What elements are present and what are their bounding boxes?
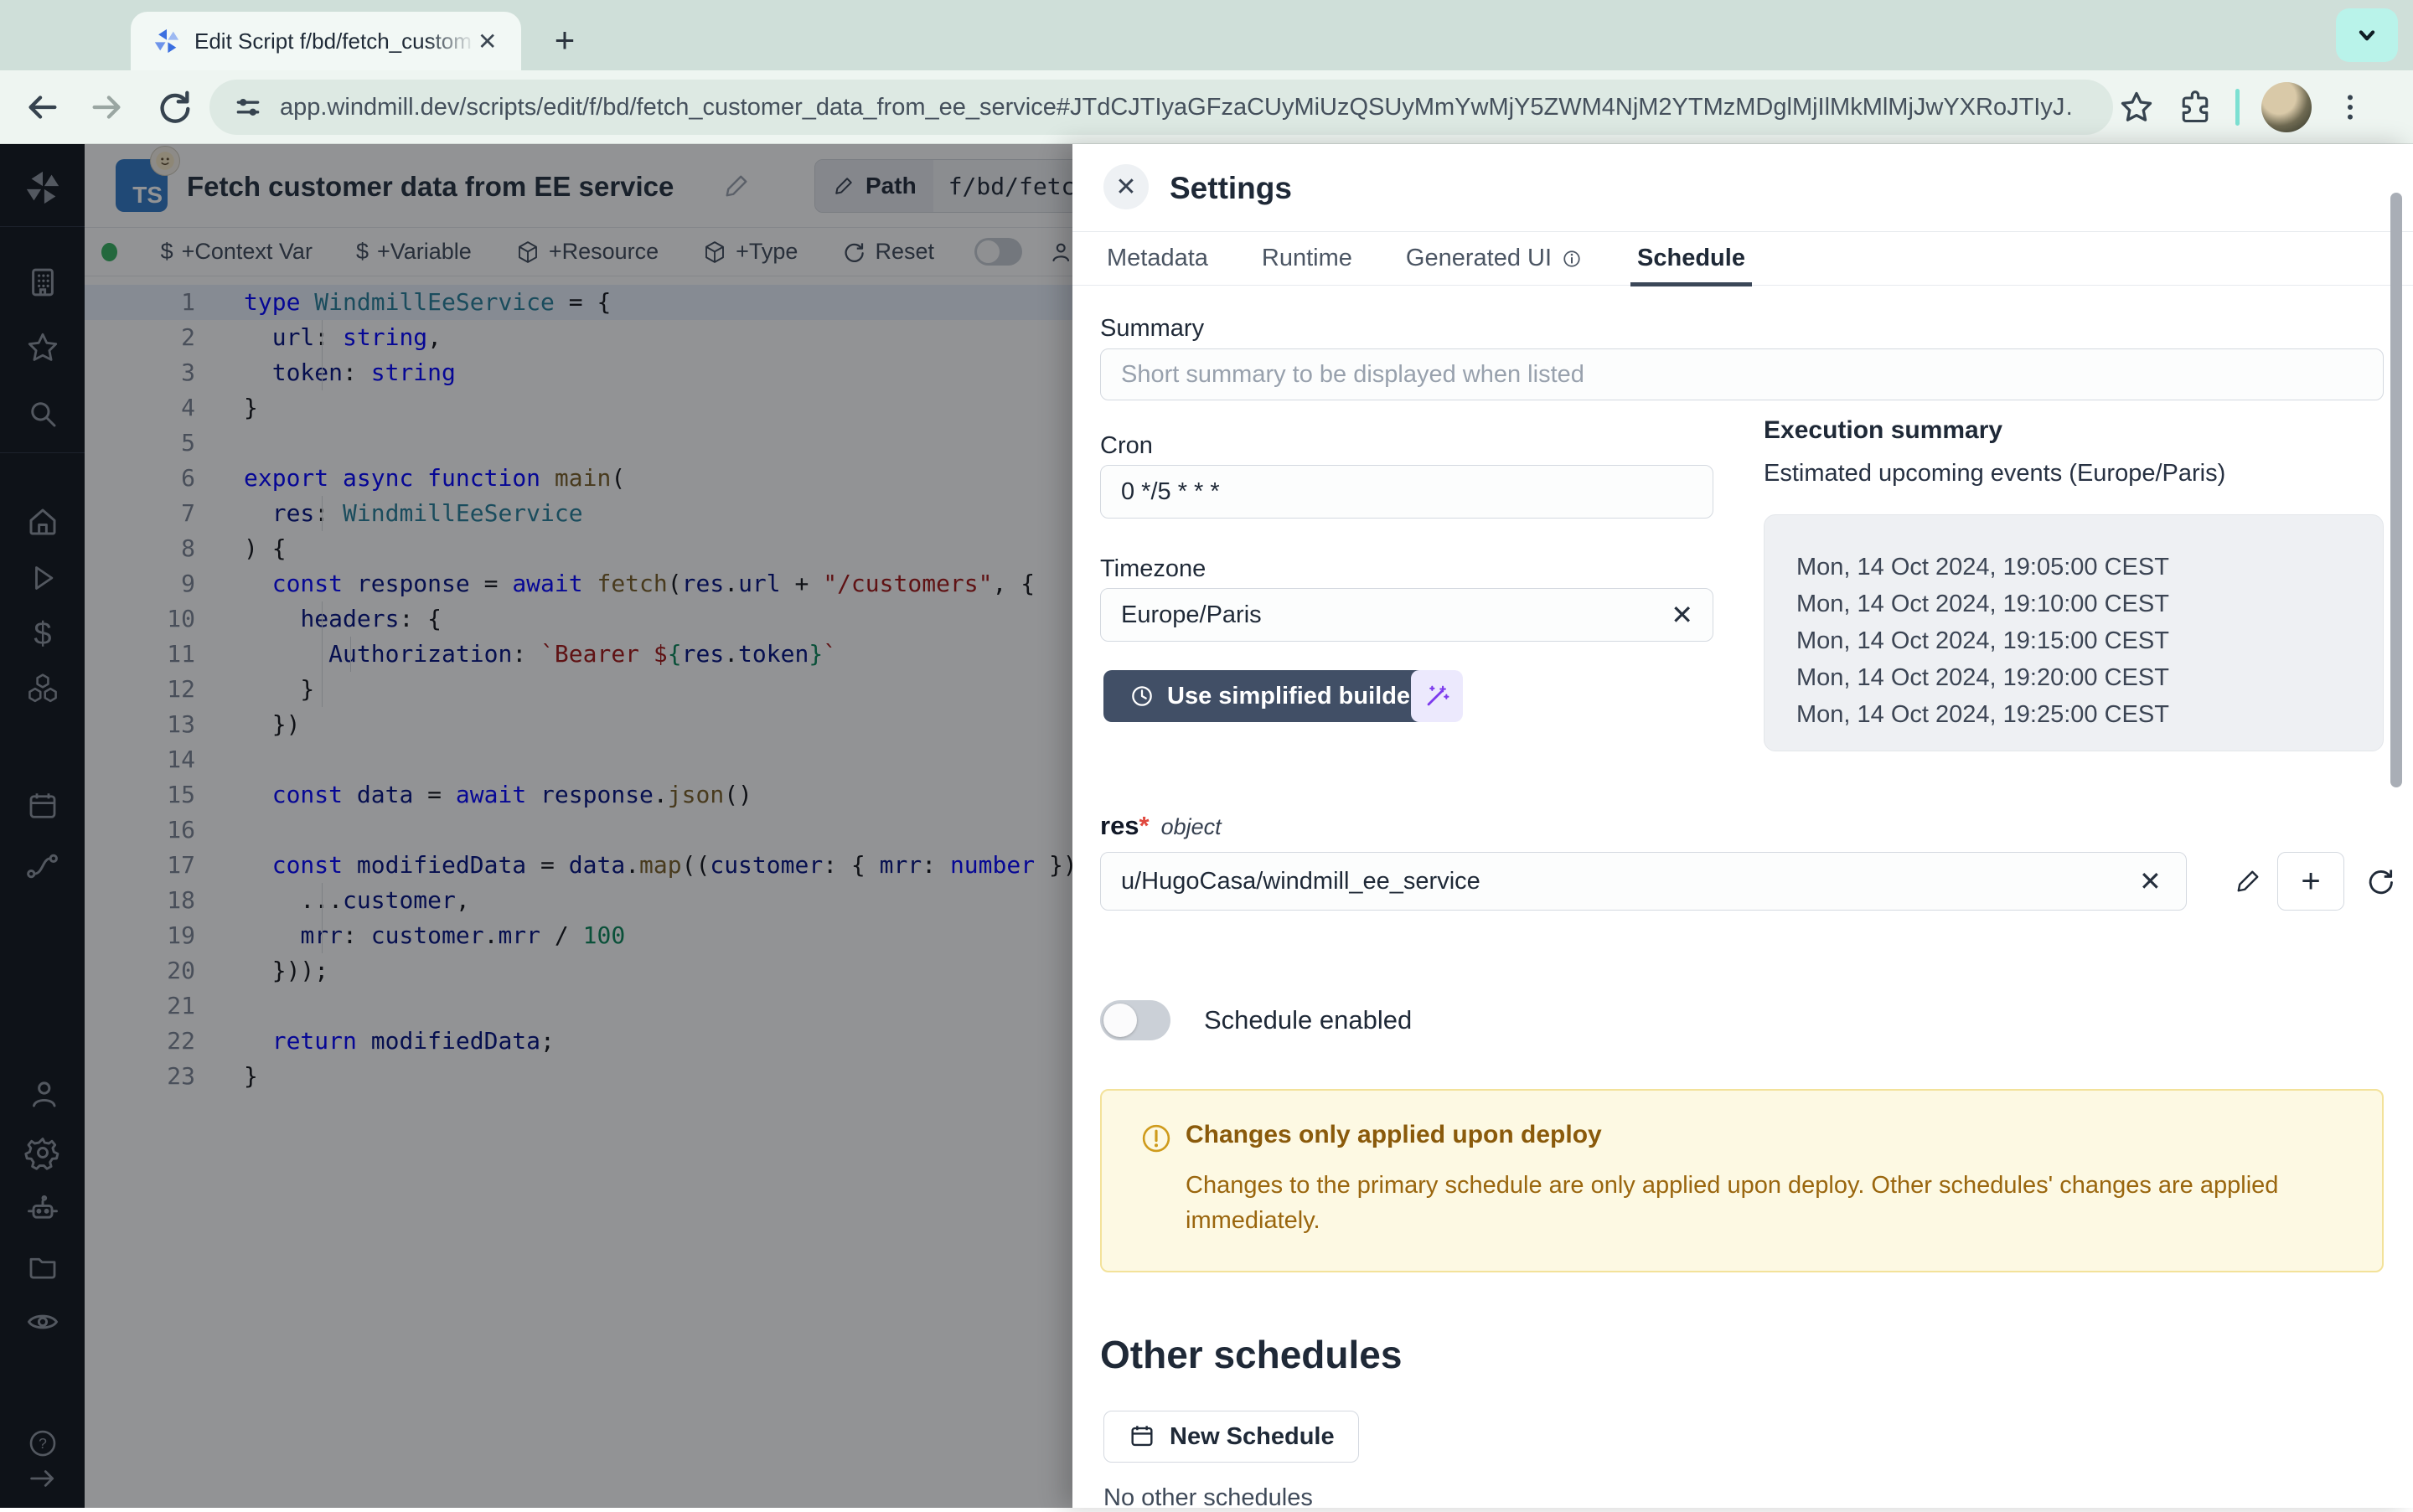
summary-input[interactable] (1100, 348, 2384, 400)
new-schedule-button[interactable]: New Schedule (1103, 1411, 1359, 1463)
settings-drawer: ✕ Settings Metadata Runtime Generated UI… (1072, 144, 2413, 1508)
cron-input[interactable] (1100, 465, 1713, 519)
ai-wand-button[interactable] (1411, 670, 1463, 722)
warning-icon (1139, 1121, 1174, 1156)
tab-search-button[interactable] (2336, 8, 2398, 62)
url-bar[interactable]: app.windmill.dev/scripts/edit/f/bd/fetch… (209, 80, 2113, 135)
forward-icon[interactable] (84, 84, 131, 131)
cron-label: Cron (1100, 432, 1153, 460)
warning-title: Changes only applied upon deploy (1186, 1121, 1602, 1149)
add-resource-plus-button[interactable]: + (2277, 852, 2344, 911)
close-icon[interactable]: ✕ (1103, 164, 1149, 209)
calendar-icon (1128, 1422, 1156, 1451)
refresh-resource-icon[interactable] (2357, 852, 2404, 911)
execution-event: Mon, 14 Oct 2024, 19:20:00 CEST (1796, 659, 2383, 696)
avatar[interactable] (2261, 82, 2312, 132)
warning-body: Changes to the primary schedule are only… (1186, 1168, 2325, 1238)
upcoming-events-box: Mon, 14 Oct 2024, 19:05:00 CESTMon, 14 O… (1764, 514, 2384, 751)
res-input-row: ✕ + (1100, 852, 2384, 911)
tab-close-icon[interactable]: ✕ (478, 28, 497, 55)
execution-summary-title: Execution summary (1764, 416, 2384, 445)
schedule-enabled-row: Schedule enabled (1100, 1000, 1412, 1040)
edit-resource-pencil-icon[interactable] (2227, 852, 2269, 911)
site-settings-icon[interactable] (231, 90, 265, 124)
timezone-input[interactable] (1100, 588, 1713, 642)
tab-metadata[interactable]: Metadata (1100, 232, 1215, 286)
schedule-enabled-toggle[interactable] (1100, 1000, 1170, 1040)
back-icon[interactable] (18, 84, 65, 131)
res-arg-label: res*object (1100, 811, 1222, 841)
tab-schedule[interactable]: Schedule (1630, 232, 1752, 286)
resource-clear-icon[interactable]: ✕ (2139, 865, 2162, 897)
tab-title-fade (426, 23, 476, 60)
execution-summary-subtitle: Estimated upcoming events (Europe/Paris) (1764, 460, 2384, 488)
extensions-icon[interactable] (2177, 89, 2214, 126)
other-schedules-heading: Other schedules (1100, 1332, 1402, 1377)
deploy-warning-box: Changes only applied upon deploy Changes… (1100, 1089, 2384, 1272)
chevron-down-icon (2353, 21, 2381, 49)
panel-scrollbar[interactable] (2390, 193, 2402, 787)
navbar-right (2118, 80, 2367, 135)
tab-strip: Edit Script f/bd/fetch_custome ✕ + (0, 0, 2413, 70)
magic-wand-icon (1423, 682, 1451, 710)
timezone-label: Timezone (1100, 555, 1206, 583)
drawer-title: Settings (1170, 171, 1292, 206)
execution-event: Mon, 14 Oct 2024, 19:25:00 CEST (1796, 696, 2383, 733)
browser-tab[interactable]: Edit Script f/bd/fetch_custome ✕ (131, 12, 521, 70)
clock-icon (1129, 683, 1155, 710)
tab-runtime[interactable]: Runtime (1255, 232, 1359, 286)
execution-event: Mon, 14 Oct 2024, 19:05:00 CEST (1796, 549, 2383, 586)
bookmark-star-icon[interactable] (2118, 89, 2155, 126)
tab-generated-ui[interactable]: Generated UI (1399, 232, 1590, 286)
summary-label: Summary (1100, 315, 1204, 343)
res-arg-type: object (1161, 814, 1222, 839)
execution-event: Mon, 14 Oct 2024, 19:15:00 CEST (1796, 622, 2383, 659)
info-icon (1560, 247, 1584, 271)
no-other-schedules-text: No other schedules (1103, 1484, 1313, 1512)
drawer-dim-overlay[interactable] (0, 144, 1072, 1508)
execution-event: Mon, 14 Oct 2024, 19:10:00 CEST (1796, 586, 2383, 622)
menu-kebab-icon[interactable] (2333, 90, 2367, 124)
profile-separator (2235, 89, 2240, 126)
schedule-enabled-label: Schedule enabled (1204, 1005, 1412, 1035)
new-tab-button[interactable]: + (543, 18, 586, 62)
windmill-favicon (152, 27, 181, 55)
timezone-clear-icon[interactable]: ✕ (1671, 599, 1693, 631)
settings-tabs: Metadata Runtime Generated UI Schedule (1072, 231, 2413, 286)
browser-chrome: Edit Script f/bd/fetch_custome ✕ + app.w… (0, 0, 2413, 144)
required-asterisk: * (1139, 811, 1150, 840)
url-text[interactable]: app.windmill.dev/scripts/edit/f/bd/fetch… (280, 94, 2073, 121)
resource-input[interactable] (1100, 852, 2187, 911)
execution-summary: Execution summary Estimated upcoming eve… (1764, 416, 2384, 751)
reload-icon[interactable] (151, 84, 198, 131)
simplified-builder-button[interactable]: Use simplified builder (1103, 670, 1444, 722)
